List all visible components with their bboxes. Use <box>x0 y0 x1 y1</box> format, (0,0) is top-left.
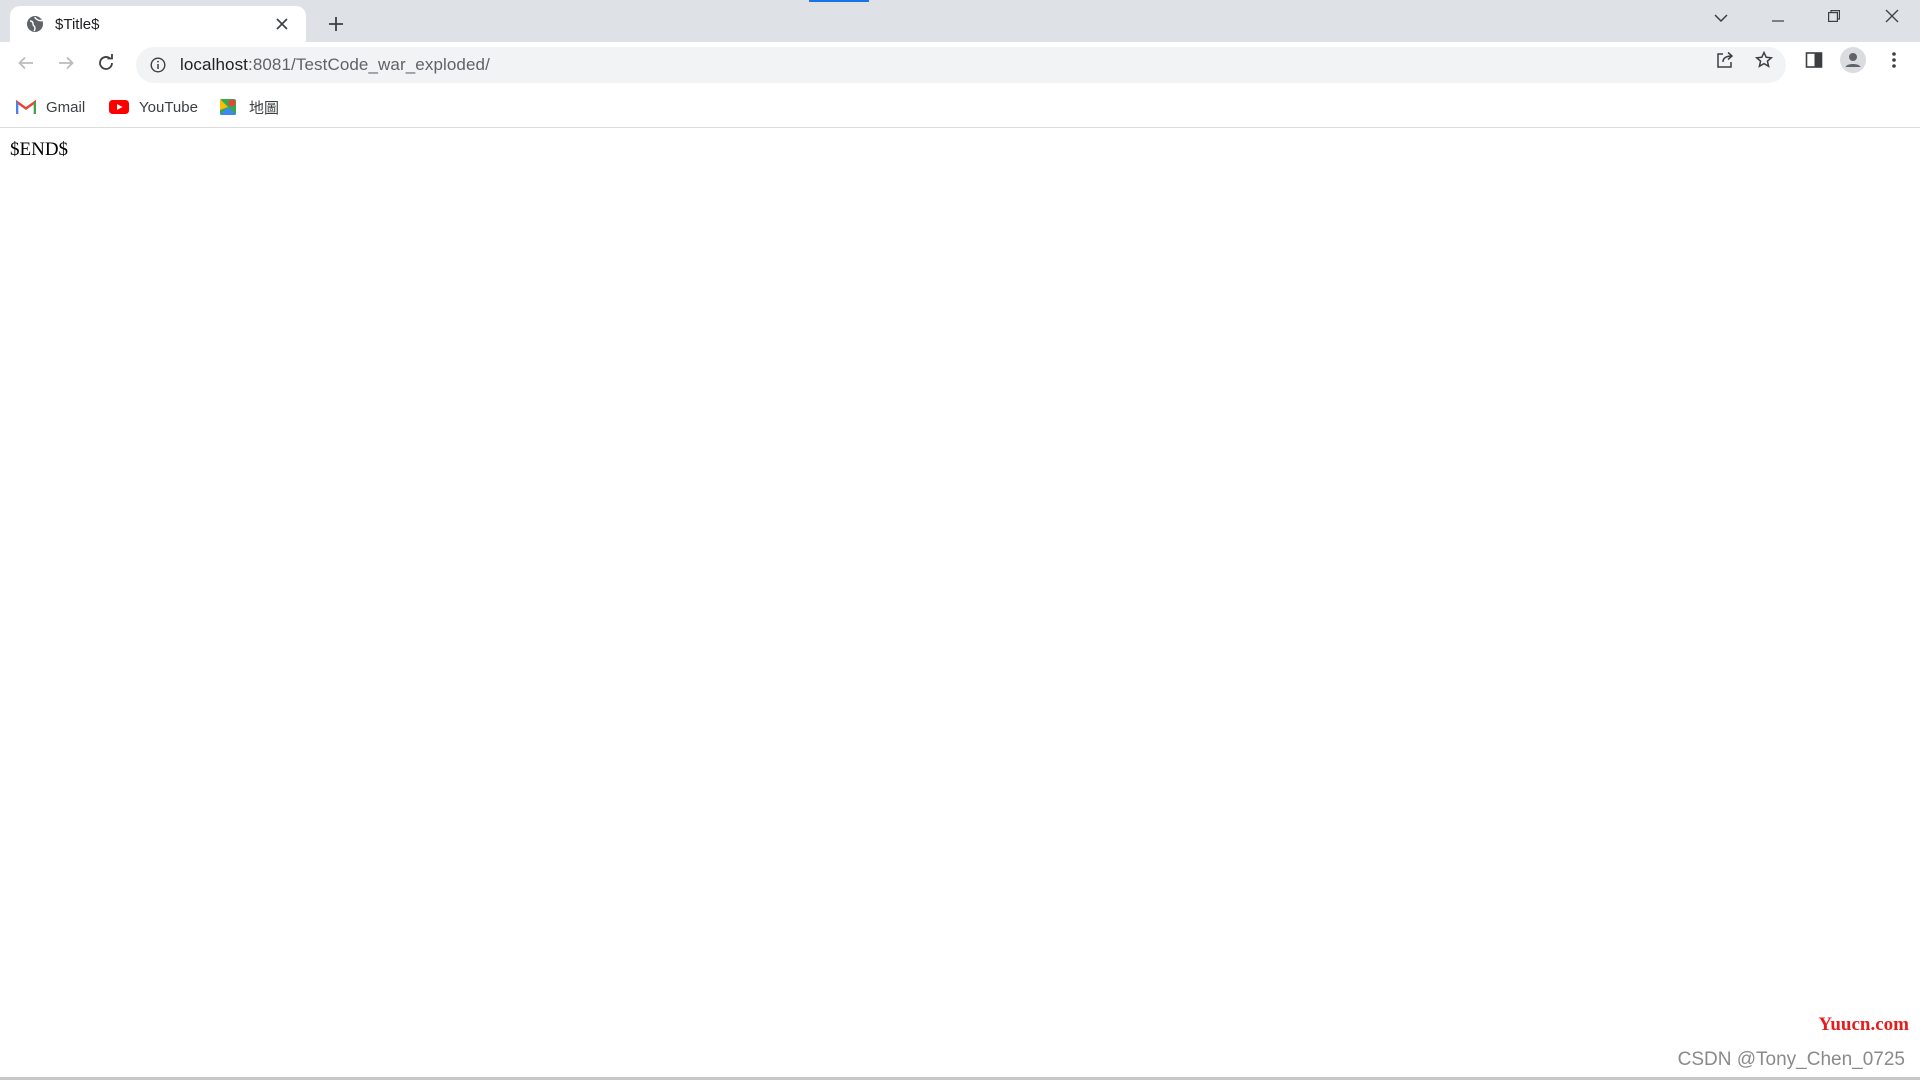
tab-title: $Title$ <box>55 15 100 33</box>
side-panel-icon <box>1805 51 1823 74</box>
youtube-icon <box>109 98 129 116</box>
menu-icon <box>1891 51 1897 74</box>
close-icon <box>1885 9 1899 28</box>
share-button[interactable] <box>1710 47 1740 77</box>
close-icon[interactable] <box>272 14 292 34</box>
bookmark-label: Gmail <box>46 98 86 116</box>
site-info-icon[interactable] <box>146 53 170 77</box>
new-tab-button[interactable] <box>322 10 350 38</box>
profile-button[interactable] <box>1838 46 1868 78</box>
bookmarks-bar: Gmail YouTube 地圖 <box>0 88 1920 128</box>
bookmark-gmail[interactable]: Gmail <box>16 94 85 120</box>
tab-loading-indicator <box>809 0 869 2</box>
forward-button[interactable] <box>49 48 83 82</box>
bookmark-maps[interactable]: 地圖 <box>219 94 279 120</box>
tab-search-button[interactable] <box>1693 0 1749 36</box>
restore-button[interactable] <box>1806 0 1862 36</box>
browser-toolbar: localhost:8081/TestCode_war_exploded/ <box>0 42 1920 88</box>
close-window-button[interactable] <box>1864 0 1920 36</box>
bookmark-star-icon <box>1754 50 1774 74</box>
bookmark-label: YouTube <box>139 98 198 116</box>
share-icon <box>1716 51 1734 74</box>
bookmark-star-button[interactable] <box>1749 47 1779 77</box>
maps-icon <box>219 98 239 116</box>
back-button[interactable] <box>9 48 43 82</box>
bookmark-label: 地圖 <box>249 99 280 117</box>
profile-icon <box>1840 46 1866 78</box>
back-icon <box>17 54 35 77</box>
address-bar[interactable]: localhost:8081/TestCode_war_exploded/ <box>136 47 1786 83</box>
gmail-icon <box>16 98 36 116</box>
author-watermark: CSDN @Tony_Chen_0725 <box>1677 1049 1905 1070</box>
reload-icon <box>97 53 115 77</box>
forward-icon <box>57 54 75 77</box>
chevron-down-icon <box>1714 9 1728 27</box>
restore-icon <box>1828 9 1840 27</box>
address-host: localhost <box>180 55 248 74</box>
active-tab[interactable]: $Title$ <box>10 6 306 42</box>
reload-button[interactable] <box>89 48 123 82</box>
tab-strip: $Title$ <box>0 0 1920 42</box>
page-body-text: $END$ <box>10 139 69 160</box>
minimize-icon <box>1772 9 1784 27</box>
side-panel-button[interactable] <box>1799 47 1829 77</box>
globe-icon <box>26 15 44 33</box>
site-watermark: Yuucn.com <box>1818 1014 1909 1035</box>
address-path: :8081/TestCode_war_exploded/ <box>248 55 490 74</box>
menu-button[interactable] <box>1879 47 1909 77</box>
bookmark-youtube[interactable]: YouTube <box>109 94 198 120</box>
address-text[interactable]: localhost:8081/TestCode_war_exploded/ <box>180 55 490 75</box>
minimize-button[interactable] <box>1750 0 1806 36</box>
